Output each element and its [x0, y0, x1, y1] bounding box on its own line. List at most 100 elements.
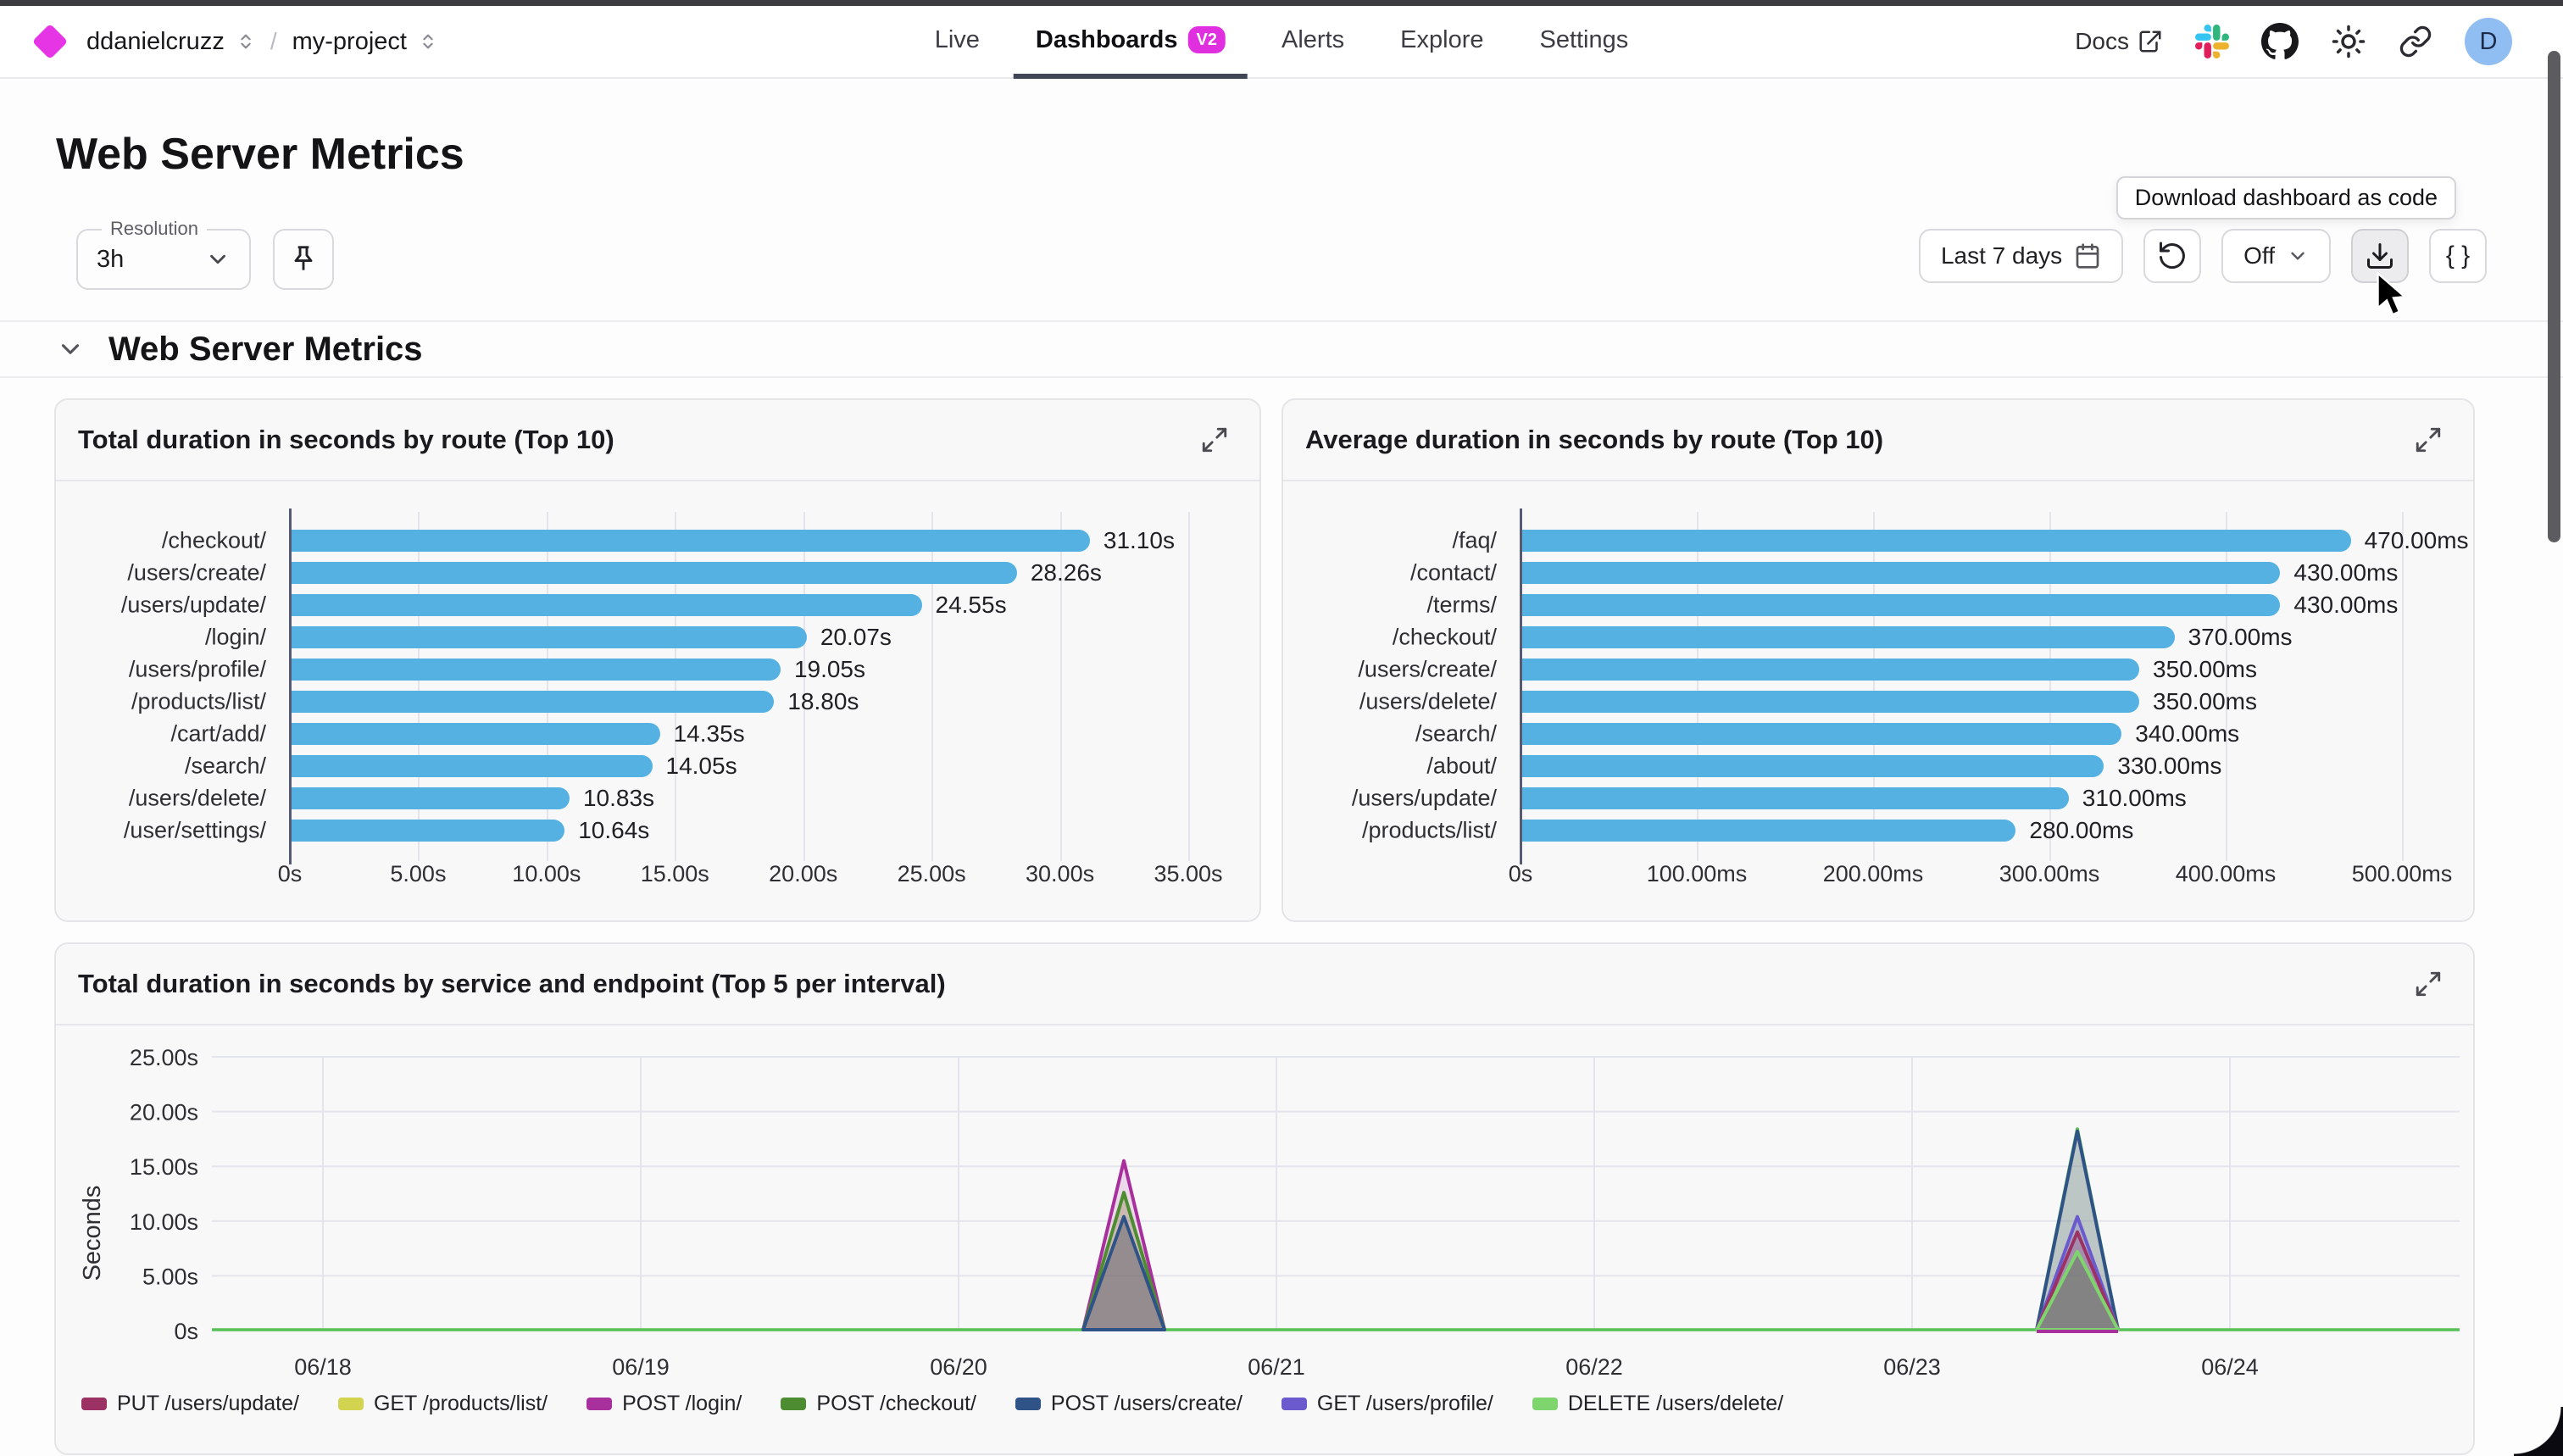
- legend-label: POST /checkout/: [816, 1392, 976, 1416]
- bar-value-label: 350.00ms: [2153, 688, 2257, 715]
- bar[interactable]: [292, 820, 564, 842]
- y-axis-label: Seconds: [79, 1186, 106, 1281]
- bar-value-label: 370.00ms: [2188, 624, 2293, 651]
- legend-item[interactable]: POST /login/: [587, 1392, 742, 1416]
- github-icon[interactable]: [2261, 23, 2299, 60]
- user-avatar[interactable]: D: [2465, 18, 2512, 65]
- resolution-value: 3h: [97, 246, 124, 274]
- legend-item[interactable]: GET /products/list/: [338, 1392, 548, 1416]
- time-range-button[interactable]: Last 7 days: [1919, 229, 2123, 283]
- gridline: [2402, 512, 2404, 861]
- bar[interactable]: [292, 723, 660, 745]
- legend-item[interactable]: POST /users/create/: [1015, 1392, 1243, 1416]
- x-tick-label: 0s: [1509, 861, 1533, 887]
- bar[interactable]: [292, 787, 570, 809]
- bar-category-label: /users/update/: [56, 592, 266, 619]
- bar-value-label: 14.35s: [674, 720, 745, 747]
- legend-label: POST /users/create/: [1051, 1392, 1243, 1416]
- bar-value-label: 280.00ms: [2029, 817, 2133, 844]
- refresh-button[interactable]: [2143, 229, 2201, 283]
- bar-category-label: /faq/: [1283, 528, 1497, 554]
- y-tick-label: 5.00s: [142, 1264, 198, 1289]
- bar-value-label: 18.80s: [787, 688, 859, 715]
- rotate-ccw-icon: [2157, 241, 2188, 271]
- legend-item[interactable]: DELETE /users/delete/: [1532, 1392, 1783, 1416]
- dashboard-controls: Resolution 3h Download dashboard as code…: [0, 217, 2563, 293]
- bar[interactable]: [1522, 530, 2351, 552]
- bar[interactable]: [1522, 691, 2139, 713]
- bar-chart-total-duration[interactable]: 0s5.00s10.00s15.00s20.00s25.00s30.00s35.…: [56, 481, 1259, 922]
- bar-value-label: 10.83s: [583, 785, 654, 812]
- legend-item[interactable]: GET /users/profile/: [1282, 1392, 1493, 1416]
- x-tick-label: 20.00s: [769, 861, 837, 887]
- tab-dashboards[interactable]: Dashboards V2: [1014, 6, 1248, 79]
- bar-category-label: /search/: [56, 753, 266, 780]
- expand-icon[interactable]: [2414, 970, 2443, 998]
- legend-label: PUT /users/update/: [117, 1392, 299, 1416]
- bar-category-label: /users/delete/: [56, 786, 266, 812]
- bar-category-label: /users/create/: [56, 560, 266, 586]
- bar[interactable]: [292, 530, 1090, 552]
- expand-icon[interactable]: [2414, 425, 2443, 454]
- bar[interactable]: [292, 594, 922, 616]
- x-tick-label: 06/18: [294, 1354, 352, 1380]
- auto-refresh-select[interactable]: Off: [2221, 229, 2331, 283]
- sun-icon[interactable]: [2331, 24, 2366, 59]
- chevrons-up-down-icon[interactable]: [419, 32, 437, 51]
- bar-value-label: 430.00ms: [2293, 592, 2398, 619]
- y-tick-label: 10.00s: [130, 1209, 198, 1235]
- panel-total-duration-by-route: Total duration in seconds by route (Top …: [54, 398, 1261, 922]
- bar[interactable]: [1522, 562, 2280, 584]
- scrollbar-thumb[interactable]: [2548, 51, 2560, 542]
- tab-explore[interactable]: Explore: [1378, 6, 1505, 79]
- bar[interactable]: [292, 626, 807, 648]
- x-tick-label: 10.00s: [512, 861, 581, 887]
- legend-item[interactable]: PUT /users/update/: [81, 1392, 299, 1416]
- bar[interactable]: [1522, 594, 2280, 616]
- bar-chart-average-duration[interactable]: 0s100.00ms200.00ms300.00ms400.00ms500.00…: [1283, 481, 2473, 922]
- y-tick-label: 20.00s: [130, 1100, 198, 1125]
- section-title: Web Server Metrics: [108, 331, 423, 369]
- slack-icon[interactable]: [2195, 25, 2229, 58]
- area-chart-duration-timeline[interactable]: 25.00s20.00s15.00s10.00s5.00s0s06/1806/1…: [56, 1025, 2473, 1390]
- bar[interactable]: [292, 562, 1017, 584]
- docs-link[interactable]: Docs: [2075, 28, 2163, 55]
- tab-live[interactable]: Live: [913, 6, 1002, 79]
- bar[interactable]: [1522, 755, 2104, 777]
- v2-badge: V2: [1188, 26, 1226, 53]
- bar[interactable]: [1522, 659, 2139, 681]
- bar[interactable]: [1522, 723, 2121, 745]
- expand-icon[interactable]: [1200, 425, 1229, 454]
- pin-resolution-button[interactable]: [273, 229, 334, 290]
- download-icon: [2365, 241, 2395, 271]
- legend-item[interactable]: POST /checkout/: [781, 1392, 976, 1416]
- project-switcher[interactable]: my-project: [292, 28, 407, 56]
- bar[interactable]: [1522, 787, 2069, 809]
- bar[interactable]: [292, 659, 781, 681]
- bar-value-label: 14.05s: [666, 753, 737, 780]
- legend-swatch: [338, 1398, 364, 1410]
- bar-category-label: /user/settings/: [56, 818, 266, 844]
- section-header[interactable]: Web Server Metrics: [0, 320, 2563, 378]
- code-view-button[interactable]: { }: [2429, 229, 2487, 283]
- tab-settings[interactable]: Settings: [1517, 6, 1650, 79]
- bar[interactable]: [292, 755, 653, 777]
- link-icon[interactable]: [2399, 25, 2432, 58]
- bar-value-label: 330.00ms: [2117, 753, 2221, 780]
- brand-logo-icon[interactable]: [32, 24, 68, 59]
- bar[interactable]: [1522, 626, 2175, 648]
- bar-value-label: 19.05s: [794, 656, 865, 683]
- mouse-cursor: [2373, 271, 2409, 319]
- x-tick-label: 0s: [278, 861, 303, 887]
- chevron-down-icon: [56, 335, 85, 364]
- bar[interactable]: [292, 691, 774, 713]
- tab-alerts[interactable]: Alerts: [1259, 6, 1366, 79]
- topbar: ddanielcruzz / my-project Live Dashboard…: [0, 0, 2563, 79]
- resolution-select[interactable]: Resolution 3h: [76, 229, 251, 290]
- bar[interactable]: [1522, 820, 2015, 842]
- org-switcher[interactable]: ddanielcruzz: [86, 28, 225, 56]
- bar-value-label: 28.26s: [1031, 559, 1102, 586]
- bar-value-label: 24.55s: [936, 592, 1007, 619]
- chevrons-up-down-icon[interactable]: [236, 32, 255, 51]
- legend-label: POST /login/: [622, 1392, 742, 1416]
